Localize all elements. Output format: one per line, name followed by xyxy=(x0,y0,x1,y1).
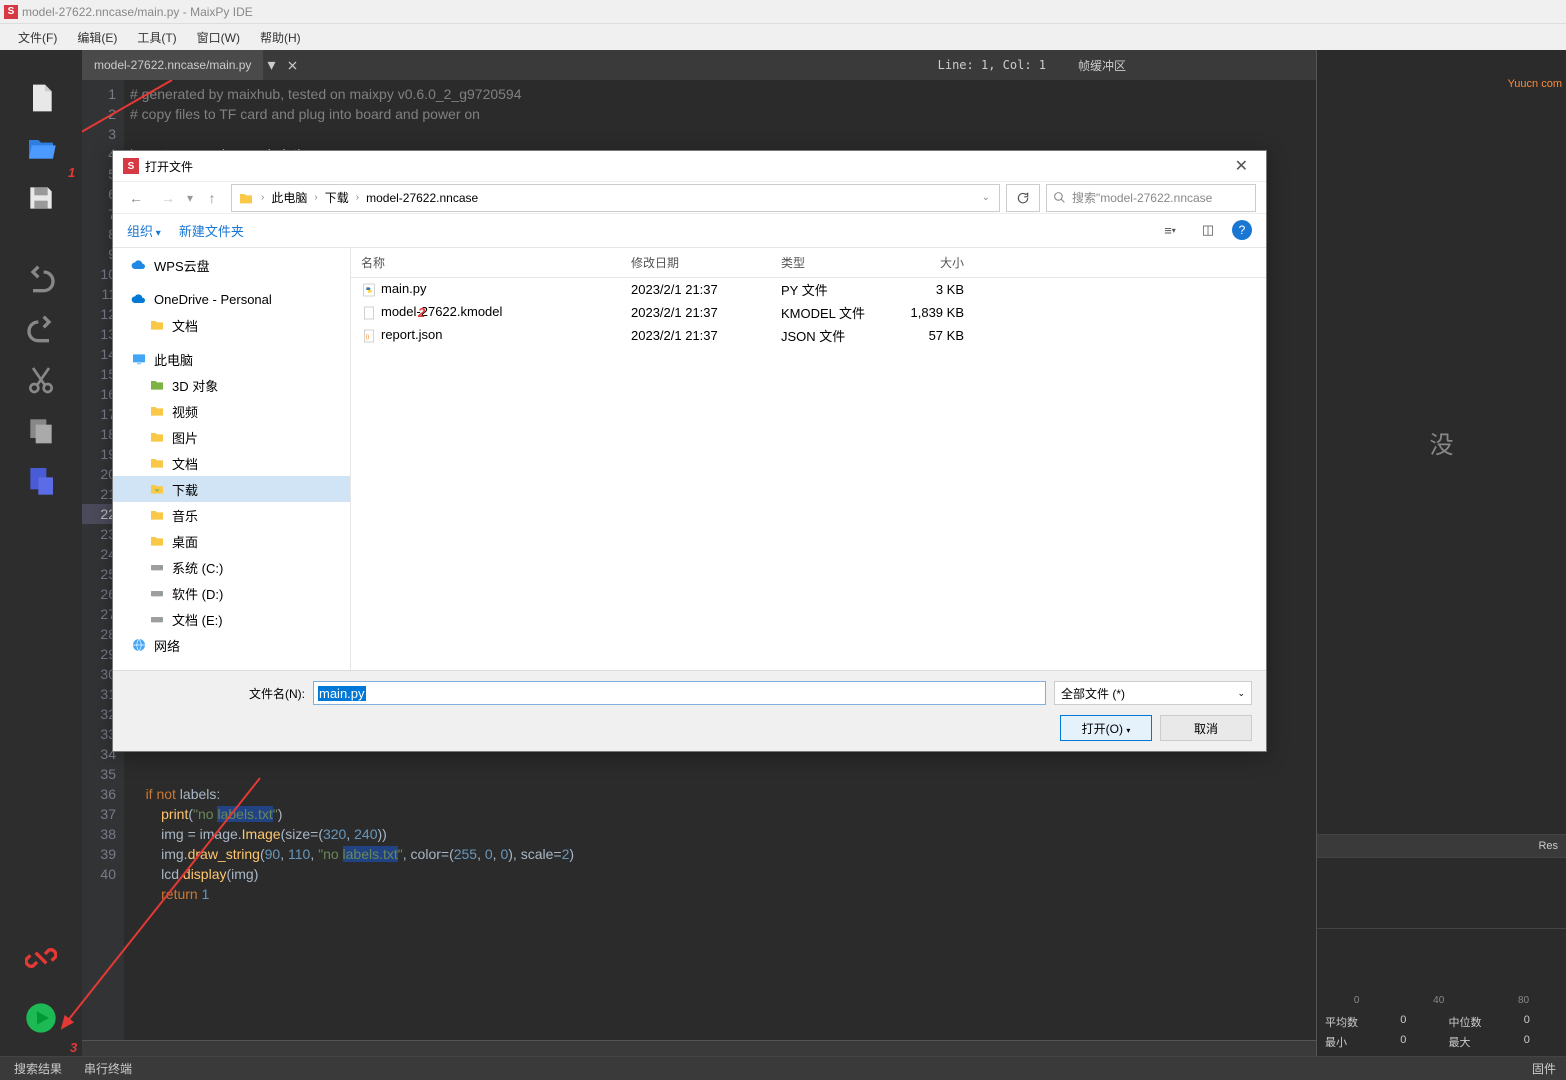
disconnect-button[interactable] xyxy=(23,940,59,976)
preview-pane-button[interactable]: ◫ xyxy=(1194,219,1222,241)
path-dropdown-icon[interactable]: ⌄ xyxy=(979,192,993,203)
histogram-area xyxy=(1317,858,1566,928)
save-button[interactable] xyxy=(23,180,59,216)
file-row[interactable]: model-27622.kmodel2023/2/1 21:37KMODEL 文… xyxy=(351,301,1266,324)
framebuffer-label: 帧缓冲区 xyxy=(1066,57,1316,74)
tree-item[interactable]: 3D 对象 xyxy=(113,372,350,398)
cursor-position: Line: 1, Col: 1 xyxy=(938,58,1066,72)
cut-button[interactable] xyxy=(23,362,59,398)
dialog-bottom: 文件名(N): main.py 全部文件 (*)⌄ 打开(O) ▾ 取消 xyxy=(113,670,1266,751)
tree-item[interactable]: 音乐 xyxy=(113,502,350,528)
nav-up-button[interactable]: ↑ xyxy=(199,190,225,206)
framebuffer-panel: 没 Res 0 40 80 平均数0 中位数0 最小0 最大0 Yuucn co… xyxy=(1316,50,1566,1056)
horizontal-scrollbar[interactable] xyxy=(82,1040,1316,1056)
annotation-3: 3 xyxy=(70,1040,77,1055)
firmware-label: 固件 xyxy=(1532,1060,1566,1077)
organize-button[interactable]: 组织 xyxy=(127,221,161,240)
tree-item[interactable]: 图片 xyxy=(113,424,350,450)
dialog-toolbar: 组织 新建文件夹 ≡▾ ◫ ? xyxy=(113,214,1266,248)
tree-item[interactable]: 网络 xyxy=(113,632,350,658)
tab-dropdown-icon[interactable]: ▾ xyxy=(263,55,279,75)
filename-label: 文件名(N): xyxy=(249,685,305,702)
tree-item[interactable]: OneDrive - Personal xyxy=(113,286,350,312)
nav-recent-dropdown[interactable]: ▾ xyxy=(187,191,193,205)
resolution-label: Res xyxy=(1317,834,1566,858)
tree-item[interactable]: 下载 xyxy=(113,476,350,502)
dialog-close-button[interactable]: ✕ xyxy=(1227,156,1256,176)
open-file-button[interactable] xyxy=(23,130,59,166)
dialog-title: 打开文件 xyxy=(145,158,193,175)
filename-input[interactable]: main.py xyxy=(313,681,1046,705)
copy-button[interactable] xyxy=(23,412,59,448)
left-toolbar xyxy=(0,50,82,1056)
nav-forward-button[interactable]: → xyxy=(155,190,181,206)
tab-bar: model-27622.nncase/main.py ▾ ⨯ Line: 1, … xyxy=(82,50,1316,80)
menu-file[interactable]: 文件(F) xyxy=(8,29,67,46)
annotation-2: 2 xyxy=(418,305,425,320)
histogram-stats: 平均数0 中位数0 最小0 最大0 xyxy=(1317,1008,1566,1056)
tree-item[interactable]: 视频 xyxy=(113,398,350,424)
histogram-chart: 0 40 80 xyxy=(1317,928,1566,1008)
menu-edit[interactable]: 编辑(E) xyxy=(67,29,127,46)
folder-icon xyxy=(238,190,254,206)
menu-help[interactable]: 帮助(H) xyxy=(250,29,311,46)
app-logo-icon: S xyxy=(4,5,18,19)
tree-item[interactable]: 系统 (C:) xyxy=(113,554,350,580)
menu-tools[interactable]: 工具(T) xyxy=(127,29,186,46)
search-input[interactable]: 搜索"model-27622.nncase xyxy=(1046,184,1256,212)
tree-item[interactable]: WPS云盘 xyxy=(113,252,350,278)
open-button[interactable]: 打开(O) ▾ xyxy=(1060,715,1152,741)
cancel-button[interactable]: 取消 xyxy=(1160,715,1252,741)
file-list-header[interactable]: 名称 修改日期 类型 大小 xyxy=(351,248,1266,278)
editor-tab[interactable]: model-27622.nncase/main.py xyxy=(82,50,263,80)
file-row[interactable]: main.py2023/2/1 21:37PY 文件3 KB xyxy=(351,278,1266,301)
tree-item[interactable]: 文档 (E:) xyxy=(113,606,350,632)
undo-button[interactable] xyxy=(23,262,59,298)
title-bar: S model-27622.nncase/main.py - MaixPy ID… xyxy=(0,0,1566,24)
paste-button[interactable] xyxy=(23,462,59,498)
search-icon xyxy=(1053,191,1066,204)
dialog-nav-bar: ← → ▾ ↑ › 此电脑 › 下载 › model-27622.nncase … xyxy=(113,181,1266,213)
refresh-button[interactable] xyxy=(1006,184,1040,212)
new-folder-button[interactable]: 新建文件夹 xyxy=(179,221,244,240)
tab-serial-terminal[interactable]: 串行终端 xyxy=(84,1060,132,1077)
tree-item[interactable]: 桌面 xyxy=(113,528,350,554)
framebuffer-empty: 没 xyxy=(1317,50,1566,834)
svg-text:{}: {} xyxy=(366,334,370,340)
tab-close-button[interactable]: ⨯ xyxy=(279,57,305,74)
dialog-titlebar: S 打开文件 ✕ xyxy=(113,151,1266,181)
open-file-dialog: S 打开文件 ✕ ← → ▾ ↑ › 此电脑 › 下载 › model-2762… xyxy=(112,150,1267,752)
dialog-logo-icon: S xyxy=(123,158,139,174)
menu-bar: 文件(F) 编辑(E) 工具(T) 窗口(W) 帮助(H) xyxy=(0,24,1566,50)
help-button[interactable]: ? xyxy=(1232,220,1252,240)
tree-item[interactable]: 此电脑 xyxy=(113,346,350,372)
folder-tree[interactable]: WPS云盘OneDrive - Personal文档此电脑3D 对象视频图片文档… xyxy=(113,248,351,670)
watermark: Yuucn com xyxy=(1508,78,1562,90)
tree-item[interactable]: 文档 xyxy=(113,312,350,338)
new-file-button[interactable] xyxy=(23,80,59,116)
menu-window[interactable]: 窗口(W) xyxy=(187,29,250,46)
annotation-1: 1 xyxy=(68,165,75,180)
run-button[interactable] xyxy=(23,1000,59,1036)
window-title: model-27622.nncase/main.py - MaixPy IDE xyxy=(22,5,253,19)
tab-search-results[interactable]: 搜索结果 xyxy=(14,1060,62,1077)
nav-back-button[interactable]: ← xyxy=(123,190,149,206)
breadcrumb[interactable]: › 此电脑 › 下载 › model-27622.nncase ⌄ xyxy=(231,184,1000,212)
file-list[interactable]: 名称 修改日期 类型 大小 main.py2023/2/1 21:37PY 文件… xyxy=(351,248,1266,670)
view-mode-button[interactable]: ≡▾ xyxy=(1156,219,1184,241)
tree-item[interactable]: 软件 (D:) xyxy=(113,580,350,606)
redo-button[interactable] xyxy=(23,312,59,348)
tree-item[interactable]: 文档 xyxy=(113,450,350,476)
bottom-bar: 搜索结果 串行终端 固件 xyxy=(0,1056,1566,1080)
file-type-filter[interactable]: 全部文件 (*)⌄ xyxy=(1054,681,1252,705)
file-row[interactable]: {}report.json2023/2/1 21:37JSON 文件57 KB xyxy=(351,324,1266,347)
